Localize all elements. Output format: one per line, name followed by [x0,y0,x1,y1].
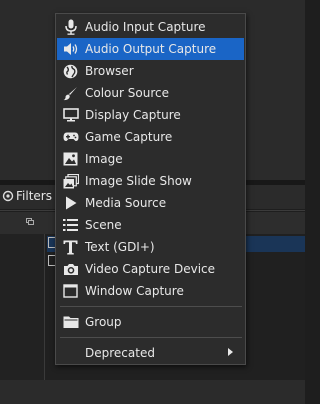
menu-item-label: Scene [85,218,122,232]
menu-item-audio-input-capture[interactable]: Audio Input Capture [57,16,244,38]
add-source-menu: Audio Input Capture Audio Output Capture… [55,13,246,365]
menu-item-video-capture-device[interactable]: Video Capture Device [57,258,244,280]
menu-item-label: Colour Source [85,86,169,100]
menu-item-image-slide-show[interactable]: Image Slide Show [57,170,244,192]
menu-item-label: Game Capture [85,130,173,144]
paintbrush-icon [62,85,79,102]
menu-item-label: Group [85,315,122,329]
filters-label: Filters [16,189,52,203]
menu-item-colour-source[interactable]: Colour Source [57,82,244,104]
menu-item-display-capture[interactable]: Display Capture [57,104,244,126]
slideshow-icon [62,173,79,190]
image-icon [62,151,79,168]
submenu-arrow-icon [228,348,233,356]
menu-item-label: Browser [85,64,134,78]
menu-item-label: Deprecated [85,346,155,360]
menu-item-label: Window Capture [85,284,184,298]
menu-item-group[interactable]: Group [57,311,244,333]
menu-item-label: Text (GDI+) [85,240,155,254]
menu-item-label: Media Source [85,196,167,210]
filters-button[interactable]: Filters [2,187,52,205]
menu-item-label: Video Capture Device [85,262,216,276]
menu-separator [60,337,242,338]
sources-toolbar [0,380,305,404]
menu-item-window-capture[interactable]: Window Capture [57,280,244,302]
menu-item-audio-output-capture[interactable]: Audio Output Capture [57,38,244,60]
text-icon [62,239,79,256]
menu-item-scene[interactable]: Scene [57,214,244,236]
monitor-icon [62,107,79,124]
menu-item-game-capture[interactable]: Game Capture [57,126,244,148]
menu-item-text-gdi[interactable]: Text (GDI+) [57,236,244,258]
microphone-icon [62,19,79,36]
play-icon [62,195,79,212]
undock-icon[interactable] [26,218,34,225]
menu-separator [60,306,242,307]
menu-item-label: Display Capture [85,108,181,122]
camera-icon [62,261,79,278]
menu-item-label: Image Slide Show [85,174,192,188]
window-icon [62,283,79,300]
menu-item-label: Audio Output Capture [85,42,217,56]
menu-item-image[interactable]: Image [57,148,244,170]
menu-item-label: Audio Input Capture [85,20,206,34]
list-icon [62,217,79,234]
gamepad-icon [62,129,79,146]
scenes-list [0,234,44,380]
empty-icon-slot [62,345,79,362]
speaker-icon [62,41,79,58]
menu-item-media-source[interactable]: Media Source [57,192,244,214]
menu-item-label: Image [85,152,123,166]
filter-icon [2,190,14,202]
folder-icon [62,314,79,331]
menu-item-browser[interactable]: Browser [57,60,244,82]
menu-item-deprecated[interactable]: Deprecated [57,342,244,364]
globe-icon [62,63,79,80]
